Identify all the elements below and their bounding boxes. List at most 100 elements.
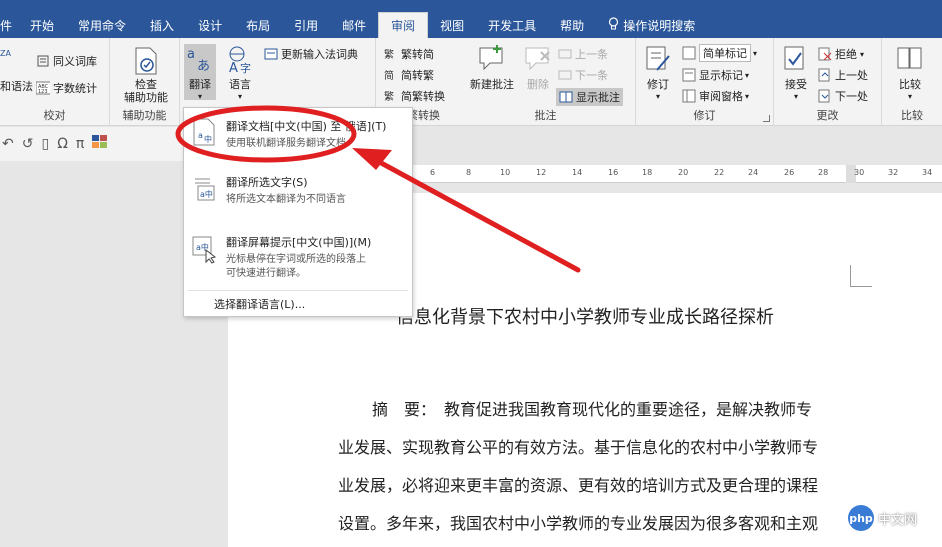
spelling-grammar-button[interactable]: ZA <box>0 46 17 60</box>
tell-me-search[interactable]: 操作说明搜索 <box>596 14 707 38</box>
tab-design[interactable]: 设计 <box>186 14 234 38</box>
conversion-icon: 繁 <box>384 89 398 103</box>
markup-display-dropdown[interactable]: 简单标记 ▾ <box>682 44 757 62</box>
translate-button[interactable]: aあ 翻译 ▾ <box>184 44 216 101</box>
menu-separator <box>188 290 408 291</box>
translate-dropdown-arrow: ▾ <box>197 92 202 101</box>
group-tracking: 修订 ▾ 简单标记 ▾ 显示标记 ▾ 审阅窗格 ▾ 修订 <box>636 38 774 126</box>
language-dropdown-arrow: ▾ <box>237 92 242 101</box>
translate-selection-item[interactable]: a中 翻译所选文字(S) 将所选文本翻译为不同语言 <box>184 172 412 212</box>
word-count-button[interactable]: ABC 123 字数统计 <box>36 80 97 96</box>
compare-label: 比较 <box>899 78 921 91</box>
markup-icon <box>682 46 696 60</box>
translate-dropdown-menu: a中 翻译文档[中文(中国) 至 俄语](T) 使用联机翻译服务翻译文档 a中 … <box>183 107 413 317</box>
tab-home[interactable]: 开始 <box>18 14 66 38</box>
group-proofing: ZA 和语法 同义词库 ABC 123 字数统计 校对 <box>0 38 110 126</box>
to-traditional-label: 简转繁 <box>401 69 434 82</box>
tab-references[interactable]: 引用 <box>282 14 330 38</box>
title-bar <box>0 0 942 12</box>
ruler-tick: 26 <box>784 168 795 177</box>
track-changes-label: 修订 <box>647 78 669 91</box>
tab-layout[interactable]: 布局 <box>234 14 282 38</box>
show-markup-arrow: ▾ <box>745 70 750 80</box>
tab-file[interactable]: 件 <box>0 14 18 38</box>
php-logo: php <box>848 505 874 531</box>
accessibility-group-label: 辅助功能 <box>122 109 167 122</box>
undo-icon[interactable]: ↶ <box>2 136 14 152</box>
translate-document-title: 翻译文档[中文(中国) 至 俄语](T) <box>226 120 387 133</box>
next-change-button[interactable]: 下一处 <box>818 88 868 104</box>
delete-comment-label: 删除 <box>527 78 549 91</box>
tab-common-commands[interactable]: 常用命令 <box>66 14 138 38</box>
simplified-to-traditional-button[interactable]: 简 简转繁 <box>384 67 434 83</box>
choose-translation-language[interactable]: 选择翻译语言(L)... <box>214 296 305 312</box>
group-changes: 接受 ▾ 拒绝 ▾ 上一处 下一处 更改 <box>774 38 882 126</box>
tab-insert[interactable]: 插入 <box>138 14 186 38</box>
abstract-line-1: 摘 要： 教育促进我国教育现代化的重要途径，是解决教师专 <box>372 400 813 419</box>
ruler-tick: 16 <box>608 168 619 177</box>
reviewing-pane-button[interactable]: 审阅窗格 ▾ <box>682 88 749 104</box>
ruler-tick: 24 <box>748 168 759 177</box>
ribbon-tabs: 件 开始 常用命令 插入 设计 布局 引用 邮件 审阅 视图 开发工具 帮助 操… <box>0 12 942 38</box>
color-grid-icon[interactable] <box>92 135 108 153</box>
track-changes-arrow: ▾ <box>655 92 660 101</box>
abc-check-icon: ZA <box>0 46 14 60</box>
translate-document-desc: 使用联机翻译服务翻译文档 <box>226 138 346 149</box>
check-accessibility-label: 检查 辅助功能 <box>124 78 168 104</box>
translate-screentip-icon: a中 <box>192 236 218 264</box>
spelling-label[interactable]: 和语法 <box>0 78 33 94</box>
proofing-group-label: 校对 <box>43 109 66 122</box>
lightbulb-icon <box>608 14 619 38</box>
reviewing-pane-arrow: ▾ <box>745 91 750 101</box>
reject-button[interactable]: 拒绝 ▾ <box>818 46 864 62</box>
translate-screentip-item[interactable]: a中 翻译屏幕提示[中文(中国)](M) 光标悬停在字词或所选的段落上 可快速进… <box>184 232 412 286</box>
traditional-to-simplified-button[interactable]: 繁 繁转简 <box>384 46 434 62</box>
redo-icon[interactable]: ↺ <box>22 136 34 152</box>
document-title: 信息化背景下农村中小学教师专业成长路径探析 <box>396 307 774 328</box>
new-comment-icon <box>477 44 507 74</box>
show-markup-button[interactable]: 显示标记 ▾ <box>682 67 749 83</box>
symbol-omega-icon[interactable]: Ω <box>57 136 68 152</box>
check-accessibility-button[interactable]: 检查 辅助功能 <box>118 46 174 104</box>
thesaurus-button[interactable]: 同义词库 <box>36 53 97 69</box>
show-markup-label: 显示标记 <box>699 69 743 82</box>
translate-label: 翻译 <box>189 78 211 91</box>
new-comment-button[interactable]: 新建批注 <box>462 44 522 92</box>
thesaurus-label: 同义词库 <box>53 55 97 68</box>
group-accessibility: 检查 辅助功能 辅助功能 <box>110 38 180 126</box>
ruler-tick: 6 <box>430 168 436 177</box>
tab-help[interactable]: 帮助 <box>548 14 596 38</box>
update-ime-dictionary-button[interactable]: 更新输入法词典 <box>264 46 358 62</box>
translate-screentip-desc-1: 光标悬停在字词或所选的段落上 <box>226 254 366 265</box>
tab-mailings[interactable]: 邮件 <box>330 14 378 38</box>
chinese-conversion-button[interactable]: 繁 简繁转换 <box>384 88 445 104</box>
site-watermark: php 中文网 <box>848 505 917 531</box>
show-comments-button[interactable]: 显示批注 <box>556 88 623 106</box>
show-comments-label: 显示批注 <box>576 91 620 104</box>
compare-button[interactable]: 比较 ▾ <box>890 44 930 101</box>
tracking-dialog-launcher[interactable] <box>763 115 770 122</box>
comments-group-label: 批注 <box>534 109 557 122</box>
group-compare: 比较 ▾ 比较 <box>882 38 942 126</box>
previous-comment-button[interactable]: 上一条 <box>558 46 608 62</box>
language-button[interactable]: A字 语言 ▾ <box>222 44 258 101</box>
compare-icon <box>895 44 925 74</box>
delete-comment-button[interactable]: 删除 <box>520 44 556 92</box>
print-preview-icon[interactable]: ▯ <box>41 136 49 152</box>
ruler-tick: 10 <box>500 168 511 177</box>
ribbon: ZA 和语法 同义词库 ABC123 字数统计 校对 检查 辅助功能 辅助功能 <box>0 38 942 126</box>
ruler-tick: 34 <box>922 168 933 177</box>
tab-review[interactable]: 审阅 <box>378 12 429 38</box>
previous-change-button[interactable]: 上一处 <box>818 67 868 83</box>
reject-arrow: ▾ <box>860 49 865 59</box>
accept-button[interactable]: 接受 ▾ <box>778 44 814 101</box>
previous-change-icon <box>818 68 832 82</box>
equation-pi-icon[interactable]: π <box>76 136 84 152</box>
tab-view[interactable]: 视图 <box>428 14 476 38</box>
next-comment-button[interactable]: 下一条 <box>558 67 608 83</box>
accept-label: 接受 <box>785 78 807 91</box>
tab-developer[interactable]: 开发工具 <box>476 14 548 38</box>
margin-corner-mark <box>850 265 872 287</box>
track-changes-button[interactable]: 修订 ▾ <box>640 44 676 101</box>
translate-document-item[interactable]: a中 翻译文档[中文(中国) 至 俄语](T) 使用联机翻译服务翻译文档 <box>184 114 412 158</box>
